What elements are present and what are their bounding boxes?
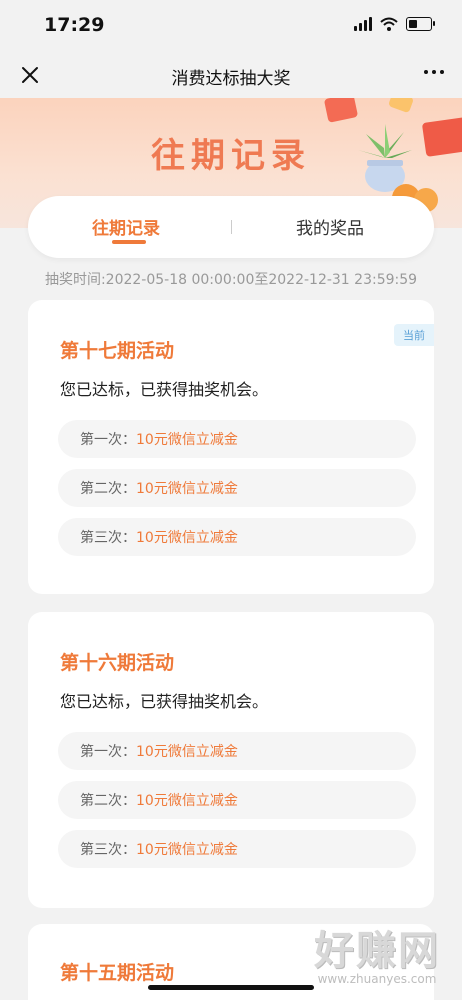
tab-active-indicator bbox=[112, 240, 146, 244]
more-dots-icon[interactable] bbox=[424, 70, 444, 74]
draw-label: 第一次： bbox=[80, 432, 136, 448]
draw-prize: 10元微信立减金 bbox=[136, 842, 238, 858]
watermark-logo: 好赚网 bbox=[314, 928, 440, 974]
site-watermark: 好赚网 www.zhuanyes.com bbox=[314, 918, 440, 986]
battery-icon bbox=[406, 17, 435, 31]
draw-period: 抽奖时间:2022-05-18 00:00:00至2022-12-31 23:5… bbox=[44, 272, 418, 288]
draw-result-row: 第三次： 10元微信立减金 bbox=[58, 830, 416, 868]
draw-prize: 10元微信立减金 bbox=[136, 481, 238, 497]
draw-prize: 10元微信立减金 bbox=[136, 432, 238, 448]
signal-icon bbox=[354, 17, 372, 31]
tab-bar: 往期记录 我的奖品 bbox=[28, 196, 434, 258]
status-icons bbox=[354, 17, 435, 31]
draw-result-row: 第一次： 10元微信立减金 bbox=[58, 420, 416, 458]
draw-result-row: 第二次： 10元微信立减金 bbox=[58, 469, 416, 507]
home-indicator[interactable] bbox=[148, 985, 314, 990]
navbar: 消费达标抽大奖 bbox=[0, 50, 462, 100]
tab-divider bbox=[231, 220, 232, 234]
activity-message: 您已达标，已获得抽奖机会。 bbox=[60, 380, 269, 399]
status-bar: 17:29 bbox=[0, 0, 462, 50]
draw-label: 第一次： bbox=[80, 744, 136, 760]
draw-label: 第二次： bbox=[80, 793, 136, 809]
wifi-icon bbox=[380, 17, 398, 31]
activity-title: 第十七期活动 bbox=[60, 340, 175, 362]
activity-card: 第十六期活动 您已达标，已获得抽奖机会。 第一次： 10元微信立减金 第二次： … bbox=[28, 612, 434, 908]
banner-title: 往期记录 bbox=[151, 136, 311, 176]
activity-title: 第十六期活动 bbox=[60, 652, 175, 674]
draw-label: 第二次： bbox=[80, 481, 136, 497]
activity-title: 第十五期活动 bbox=[60, 962, 175, 984]
activity-card: 当前 第十七期活动 您已达标，已获得抽奖机会。 第一次： 10元微信立减金 第二… bbox=[28, 300, 434, 594]
draw-prize: 10元微信立减金 bbox=[136, 530, 238, 546]
draw-label: 第三次： bbox=[80, 842, 136, 858]
draw-label: 第三次： bbox=[80, 530, 136, 546]
draw-result-row: 第一次： 10元微信立减金 bbox=[58, 732, 416, 770]
activity-message: 您已达标，已获得抽奖机会。 bbox=[60, 692, 269, 711]
decor-gold-note-icon bbox=[387, 98, 415, 114]
current-badge: 当前 bbox=[394, 324, 434, 346]
draw-result-row: 第二次： 10元微信立减金 bbox=[58, 781, 416, 819]
page-title: 消费达标抽大奖 bbox=[171, 69, 291, 89]
watermark-url: www.zhuanyes.com bbox=[317, 972, 437, 986]
draw-prize: 10元微信立减金 bbox=[136, 744, 238, 760]
tab-my-prizes[interactable]: 我的奖品 bbox=[296, 214, 364, 239]
status-time: 17:29 bbox=[44, 14, 105, 36]
draw-prize: 10元微信立减金 bbox=[136, 793, 238, 809]
tab-history[interactable]: 往期记录 bbox=[92, 214, 160, 239]
draw-result-row: 第三次： 10元微信立减金 bbox=[58, 518, 416, 556]
